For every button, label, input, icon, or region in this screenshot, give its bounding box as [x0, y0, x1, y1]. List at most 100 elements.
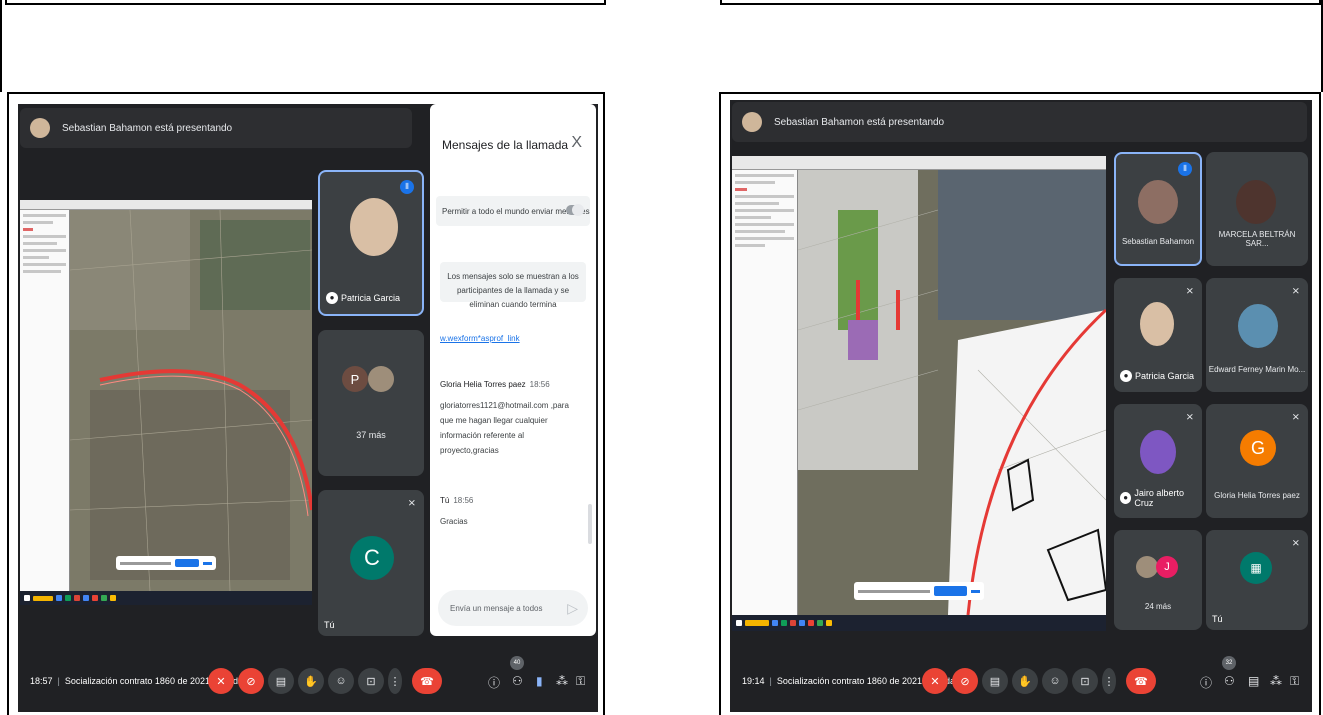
- presenter-avatar: [30, 118, 50, 138]
- hand-icon[interactable]: ✋: [298, 668, 324, 694]
- participant-tile-self[interactable]: C ⨯ Tú: [318, 490, 424, 636]
- screen-share-notice: [854, 582, 984, 600]
- participant-tile-marcela[interactable]: MARCELA BELTRÁN SAR...: [1206, 152, 1308, 266]
- top-left-panel-edge: [5, 0, 606, 5]
- present-icon[interactable]: ⊡: [1072, 668, 1098, 694]
- activities-icon[interactable]: ⁂: [1270, 674, 1282, 688]
- participant-name: Tú: [324, 620, 335, 630]
- message-body: gloriatorres1121@hotmail.com ,para que m…: [440, 401, 569, 455]
- presenter-banner: Sebastian Bahamon está presentando: [732, 102, 1307, 142]
- info-icon[interactable]: ⓘ: [1200, 674, 1212, 691]
- more-icon[interactable]: ⋮: [1102, 668, 1116, 694]
- avatar: [368, 366, 394, 392]
- end-call-icon[interactable]: ☎: [412, 668, 442, 694]
- speaking-icon: ⦀: [1178, 162, 1192, 176]
- avatar: P: [342, 366, 368, 392]
- participant-tile-gloria[interactable]: G ⨯ Gloria Helia Torres paez: [1206, 404, 1308, 518]
- avatar: [1136, 556, 1158, 578]
- meet-control-bar: 19:14 | Socialización contrato 1860 de 202…: [730, 654, 1312, 712]
- participant-name: MARCELA BELTRÁN SAR...: [1218, 230, 1296, 248]
- lock-icon[interactable]: ⚿: [576, 674, 585, 689]
- present-icon[interactable]: ⊡: [358, 668, 384, 694]
- screen-share-notice: [116, 556, 216, 570]
- presenter-avatar: [742, 112, 762, 132]
- chat-link[interactable]: w.wexform*asprof_link: [440, 334, 520, 343]
- participant-tile-self[interactable]: ▦ ⨯ Tú: [1206, 530, 1308, 630]
- more-icon[interactable]: ⋮: [388, 668, 402, 694]
- hand-icon[interactable]: ✋: [1012, 668, 1038, 694]
- mic-off-icon: ⨯: [1291, 286, 1300, 297]
- left-meet-window: Sebastian Bahamon está presentando ⦀ ● P…: [18, 104, 598, 712]
- end-call-icon[interactable]: ☎: [1126, 668, 1156, 694]
- avatar: [1140, 302, 1174, 346]
- avatar: J: [1156, 556, 1178, 578]
- mic-off-icon: ⨯: [1291, 412, 1300, 423]
- avatar: C: [350, 536, 394, 580]
- mic-off-icon: ⨯: [407, 498, 416, 509]
- message-sender: Tú 18:56: [440, 496, 474, 505]
- chat-info-notice: Los mensajes solo se muestran a los part…: [440, 262, 586, 309]
- windows-taskbar: [20, 591, 312, 605]
- mic-off-icon[interactable]: ✕: [208, 668, 234, 694]
- top-right-panel-edge: [720, 0, 1321, 5]
- mic-off-icon: ⨯: [1185, 412, 1194, 423]
- emoji-icon[interactable]: ☺: [328, 668, 354, 694]
- participant-tile-sebastian[interactable]: ⦀ Sebastian Bahamon: [1114, 152, 1202, 266]
- presenter-banner: Sebastian Bahamon está presentando: [20, 108, 412, 148]
- people-icon[interactable]: ⚇: [512, 674, 523, 688]
- participant-name: Sebastian Bahamon: [1121, 237, 1195, 246]
- avatar: [1236, 180, 1276, 224]
- message-body: Gracias: [440, 517, 468, 526]
- lock-icon[interactable]: ⚿: [1290, 674, 1299, 689]
- camera-off-icon[interactable]: ⊘: [238, 668, 264, 694]
- participant-name: Edward Ferney Marin Mo...: [1208, 365, 1306, 374]
- chat-message-input[interactable]: Envía un mensaje a todos ▷: [438, 590, 588, 626]
- activities-icon[interactable]: ⁂: [556, 674, 568, 688]
- avatar: [1238, 304, 1278, 348]
- participant-tile-jairo[interactable]: ⨯ ● Jairo alberto Cruz: [1114, 404, 1202, 518]
- presenter-text: Sebastian Bahamon está presentando: [774, 116, 945, 128]
- close-icon[interactable]: X: [571, 134, 582, 152]
- more-count: 37 más: [356, 430, 386, 440]
- participant-name: ● Patricia Garcia: [1120, 370, 1194, 382]
- top-border-box: [0, 0, 1323, 92]
- earth-sidebar: [20, 210, 70, 591]
- right-meet-window: Sebastian Bahamon está presentando ⦀ Seb…: [730, 100, 1312, 712]
- camera-off-icon[interactable]: ⊘: [952, 668, 978, 694]
- people-icon[interactable]: ⚇: [1224, 674, 1235, 688]
- info-icon[interactable]: ⓘ: [488, 674, 500, 691]
- mic-off-icon: ⨯: [1291, 538, 1300, 549]
- mic-off-icon: ⨯: [1185, 286, 1194, 297]
- send-icon[interactable]: ▷: [567, 600, 578, 617]
- people-count-badge: 40: [510, 656, 524, 670]
- windows-taskbar: [732, 615, 1106, 631]
- chat-icon[interactable]: ▤: [1248, 674, 1259, 688]
- captions-icon[interactable]: ▤: [982, 668, 1008, 694]
- chat-panel: Mensajes de la llamada X Permitir a todo…: [430, 104, 596, 636]
- participant-tile-patricia[interactable]: ⦀ ● Patricia Garcia: [318, 170, 424, 316]
- pin-icon: ●: [326, 292, 338, 304]
- participant-tile-patricia[interactable]: ⨯ ● Patricia Garcia: [1114, 278, 1202, 392]
- participant-name: Gloria Helia Torres paez: [1214, 491, 1300, 500]
- avatar: [350, 198, 398, 256]
- chat-scrollbar[interactable]: [588, 504, 592, 544]
- message-sender: Gloria Helia Torres paez 18:56: [440, 380, 550, 389]
- people-count-badge: 32: [1222, 656, 1236, 670]
- avatar: [1138, 180, 1178, 224]
- avatar: G: [1240, 430, 1276, 466]
- pin-icon: ●: [1120, 370, 1132, 382]
- satellite-map: [70, 210, 312, 591]
- emoji-icon[interactable]: ☺: [1042, 668, 1068, 694]
- more-count: 24 más: [1144, 602, 1172, 611]
- chat-icon[interactable]: ▮: [536, 674, 543, 688]
- chat-permission-toggle[interactable]: [566, 204, 584, 216]
- captions-icon[interactable]: ▤: [268, 668, 294, 694]
- participant-tile-edward[interactable]: ⨯ Edward Ferney Marin Mo...: [1206, 278, 1308, 392]
- participant-tile-more[interactable]: P 37 más: [318, 330, 424, 476]
- satellite-map: [798, 170, 1106, 615]
- participant-tile-more[interactable]: J 24 más: [1114, 530, 1202, 630]
- earth-toolbar: [20, 200, 312, 210]
- mic-off-icon[interactable]: ✕: [922, 668, 948, 694]
- participant-name: Tú: [1212, 614, 1223, 624]
- participant-name: ● Patricia Garcia: [326, 292, 400, 304]
